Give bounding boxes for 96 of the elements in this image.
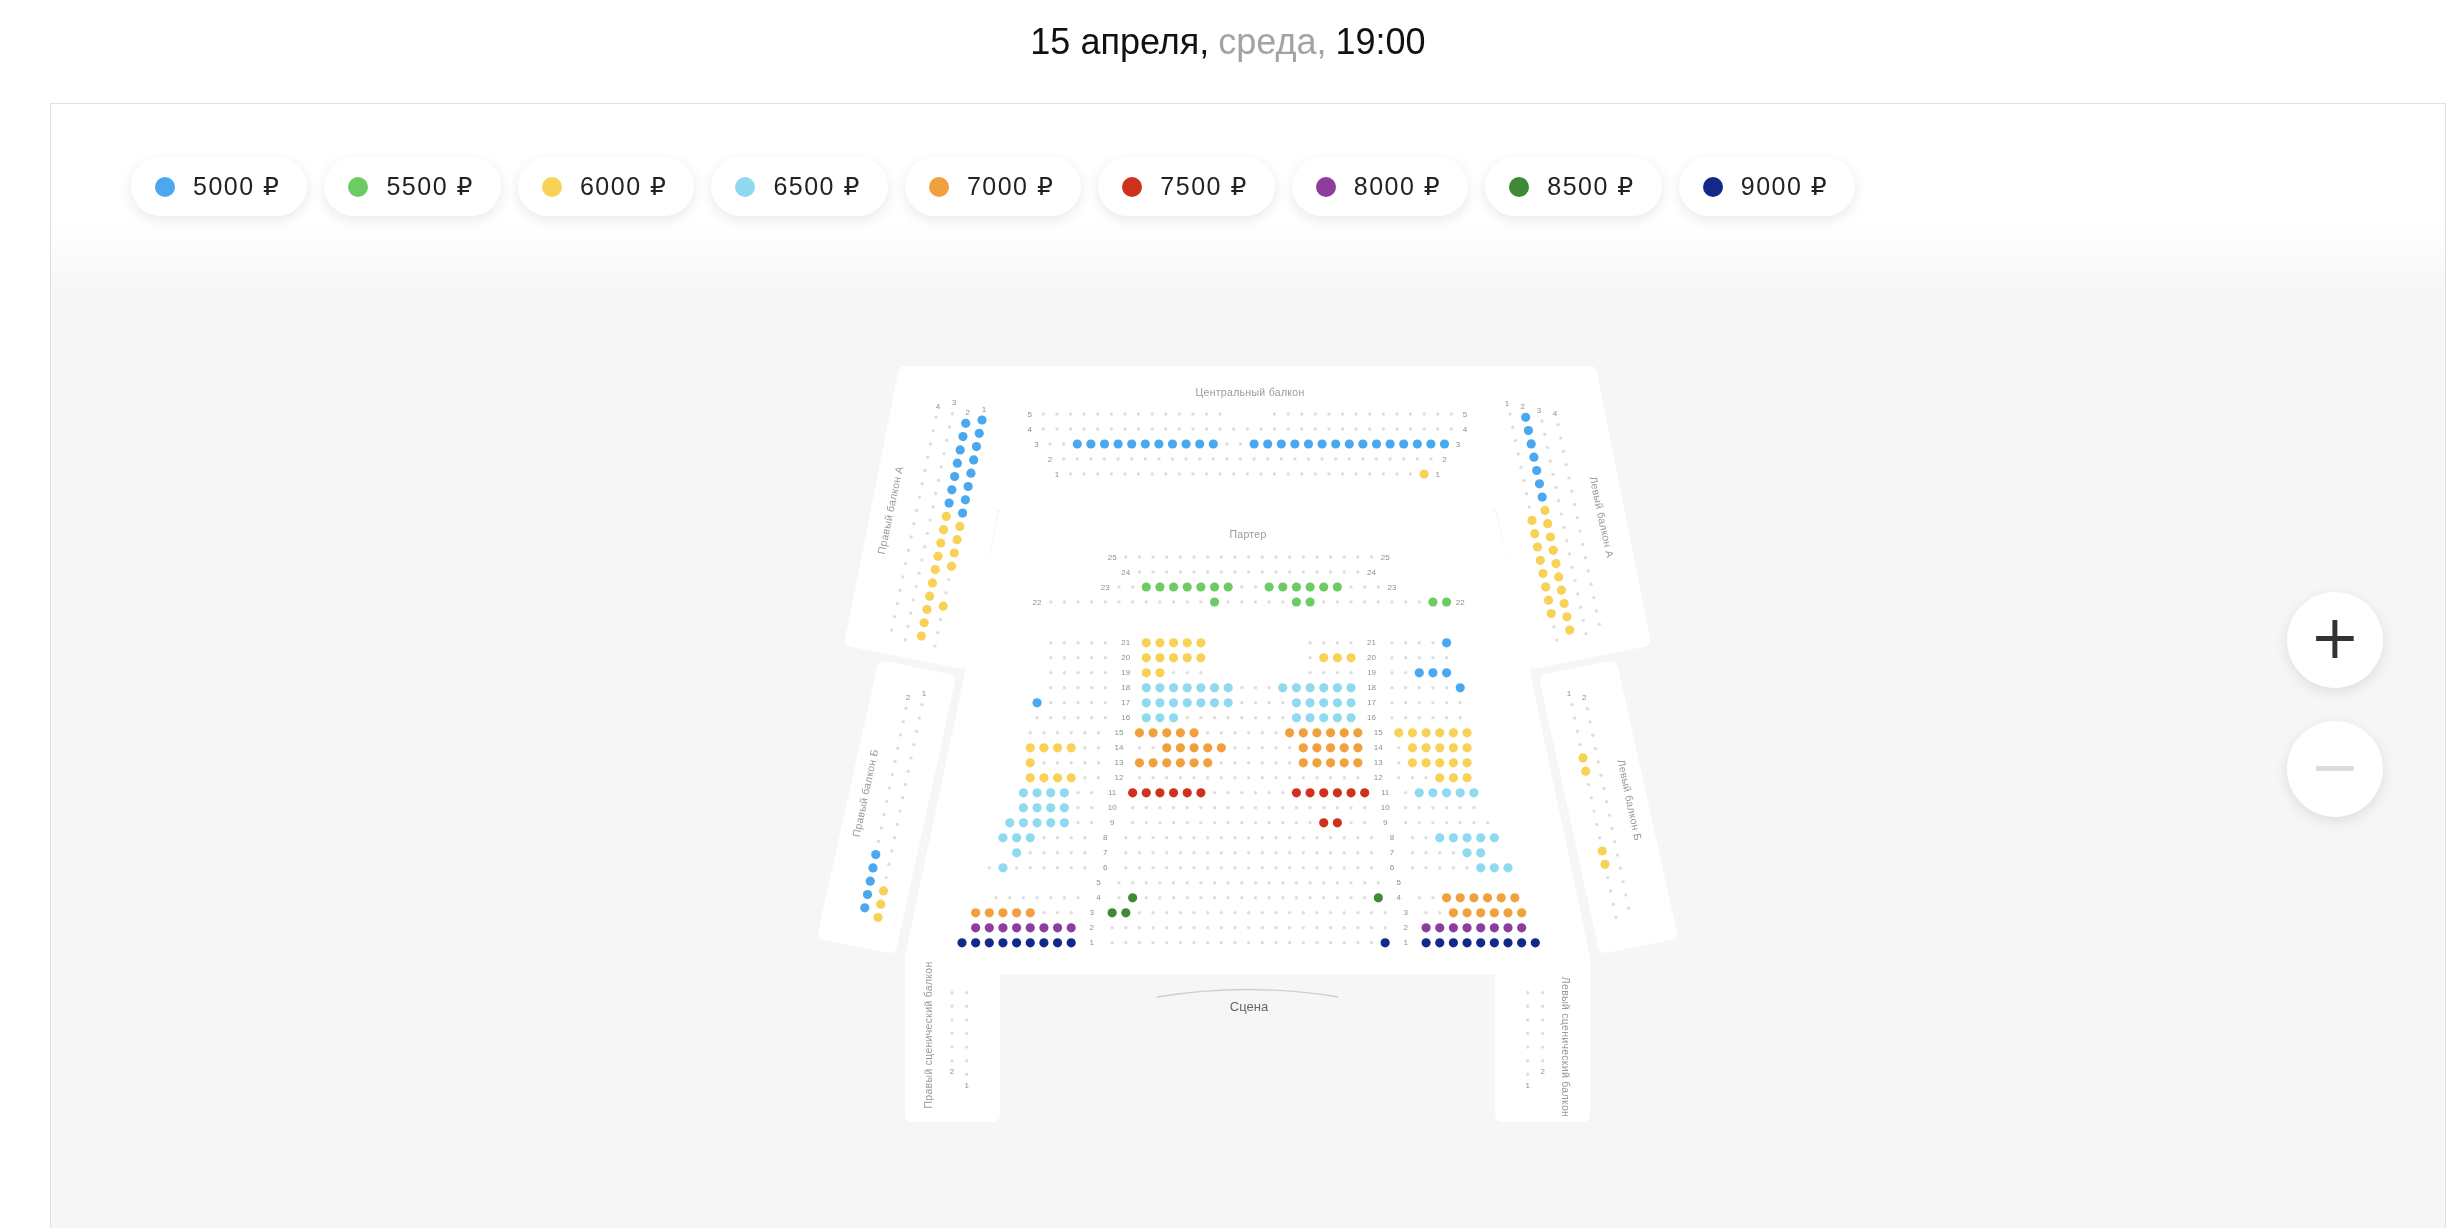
row-number: 14	[1373, 743, 1383, 753]
row-number: 4	[1462, 424, 1468, 434]
row-number: 7	[1103, 848, 1108, 858]
section-label: Центральный балкон	[1195, 386, 1305, 398]
row-number: 2	[1047, 454, 1053, 464]
row-number: 3	[1034, 439, 1039, 449]
row-number: 1	[1403, 938, 1408, 948]
row-number: 12	[1114, 773, 1124, 783]
row-number: 6	[1389, 863, 1395, 873]
row-number: 22	[1455, 597, 1465, 607]
row-number: 2	[905, 692, 911, 702]
row-number: 11	[1381, 788, 1390, 798]
row-number: 2	[1089, 923, 1094, 933]
row-number: 5	[1096, 878, 1101, 888]
row-number: 4	[1396, 893, 1402, 903]
row-number: 11	[1108, 788, 1117, 798]
row-number: 25	[1107, 552, 1117, 562]
row-number: 22	[1032, 597, 1042, 607]
row-number: 15	[1114, 728, 1124, 738]
row-number: 13	[1373, 758, 1383, 768]
row-number: 2	[1442, 454, 1447, 464]
price-filter[interactable]: 8000 ₽	[1291, 157, 1469, 216]
section-label: Правый балкон А	[874, 464, 906, 556]
section-label: Партер	[1229, 528, 1267, 540]
row-number: 5	[1396, 878, 1402, 888]
row-number: 4	[1027, 424, 1032, 434]
row-number: 1	[921, 689, 927, 699]
row-number: 1	[1525, 1080, 1530, 1090]
performance-date: 15 апреля, среда, 19:00	[1030, 20, 1426, 64]
stage-label: Сцена	[1229, 998, 1269, 1014]
row-number: 17	[1121, 698, 1131, 708]
row-number: 2	[965, 407, 970, 417]
row-number: 13	[1114, 758, 1124, 768]
row-number: 20	[1367, 653, 1376, 663]
row-number: 8	[1103, 833, 1108, 843]
row-number: 2	[1520, 401, 1525, 411]
row-number: 9	[1382, 818, 1388, 828]
row-number: 18	[1367, 683, 1376, 693]
row-number: 10	[1380, 803, 1390, 813]
row-number: 1	[1504, 398, 1510, 408]
row-number: 21	[1367, 638, 1376, 648]
row-number: 2	[1403, 923, 1408, 933]
row-number: 4	[1096, 893, 1101, 903]
row-number: 4	[935, 401, 941, 411]
row-number: 5	[1462, 409, 1468, 419]
row-number: 2	[1582, 693, 1587, 703]
section-label: Левый балкон Б	[1615, 758, 1645, 842]
row-number: 12	[1373, 773, 1383, 783]
row-number: 23	[1387, 582, 1397, 592]
row-number: 14	[1114, 743, 1124, 753]
row-number: 3	[1403, 908, 1408, 918]
row-number: 8	[1389, 833, 1395, 843]
row-number: 19	[1121, 668, 1131, 678]
price-filter[interactable]: 9000 ₽	[1678, 157, 1856, 216]
row-number: 23	[1100, 582, 1110, 592]
row-number: 10	[1107, 803, 1117, 813]
zoom-button[interactable]: +	[2287, 592, 2383, 688]
section-label: Правый сценический балкон	[922, 961, 934, 1109]
row-number: 24	[1121, 567, 1131, 577]
row-number: 1	[981, 404, 987, 414]
row-number: 1	[1566, 689, 1572, 699]
row-number: 21	[1121, 638, 1131, 648]
row-number: 2	[949, 1067, 955, 1077]
row-number: 19	[1367, 668, 1376, 678]
row-number: 25	[1380, 552, 1390, 562]
row-number: 15	[1373, 728, 1383, 738]
row-number: 7	[1389, 848, 1395, 858]
row-number: 1	[1054, 469, 1060, 479]
price-filter[interactable]: 6000 ₽	[517, 157, 695, 216]
row-number: 6	[1103, 863, 1108, 873]
price-filter[interactable]: 7000 ₽	[904, 157, 1082, 216]
row-number: 2	[1540, 1067, 1545, 1077]
row-number: 16	[1367, 713, 1376, 723]
row-number: 9	[1109, 818, 1115, 828]
price-filter[interactable]: 5500 ₽	[324, 157, 501, 216]
section-label: Правый балкон Б	[849, 747, 881, 839]
section-label: Левый сценический балкон	[1560, 976, 1572, 1118]
row-number: 3	[1089, 908, 1094, 918]
row-number: 3	[952, 398, 957, 408]
section-label: Левый балкон А	[1587, 475, 1617, 559]
row-number: 18	[1121, 683, 1131, 693]
row-number: 16	[1121, 713, 1131, 723]
row-number: 4	[1552, 409, 1558, 419]
price-filter[interactable]: 7500 ₽	[1098, 157, 1275, 216]
row-number: 1	[964, 1080, 969, 1090]
row-number: 24	[1367, 567, 1376, 577]
row-number: 1	[1435, 469, 1440, 479]
price-filter[interactable]: 6500 ₽	[711, 157, 888, 216]
row-number: 3	[1536, 405, 1542, 415]
price-filter[interactable]: 5000 ₽	[131, 157, 308, 216]
price-filter[interactable]: 8500 ₽	[1485, 157, 1662, 216]
row-number: 5	[1027, 409, 1032, 419]
row-number: 3	[1455, 439, 1461, 449]
row-number: 1	[1089, 938, 1094, 948]
row-number: 20	[1121, 653, 1131, 663]
row-number: 17	[1367, 698, 1376, 708]
